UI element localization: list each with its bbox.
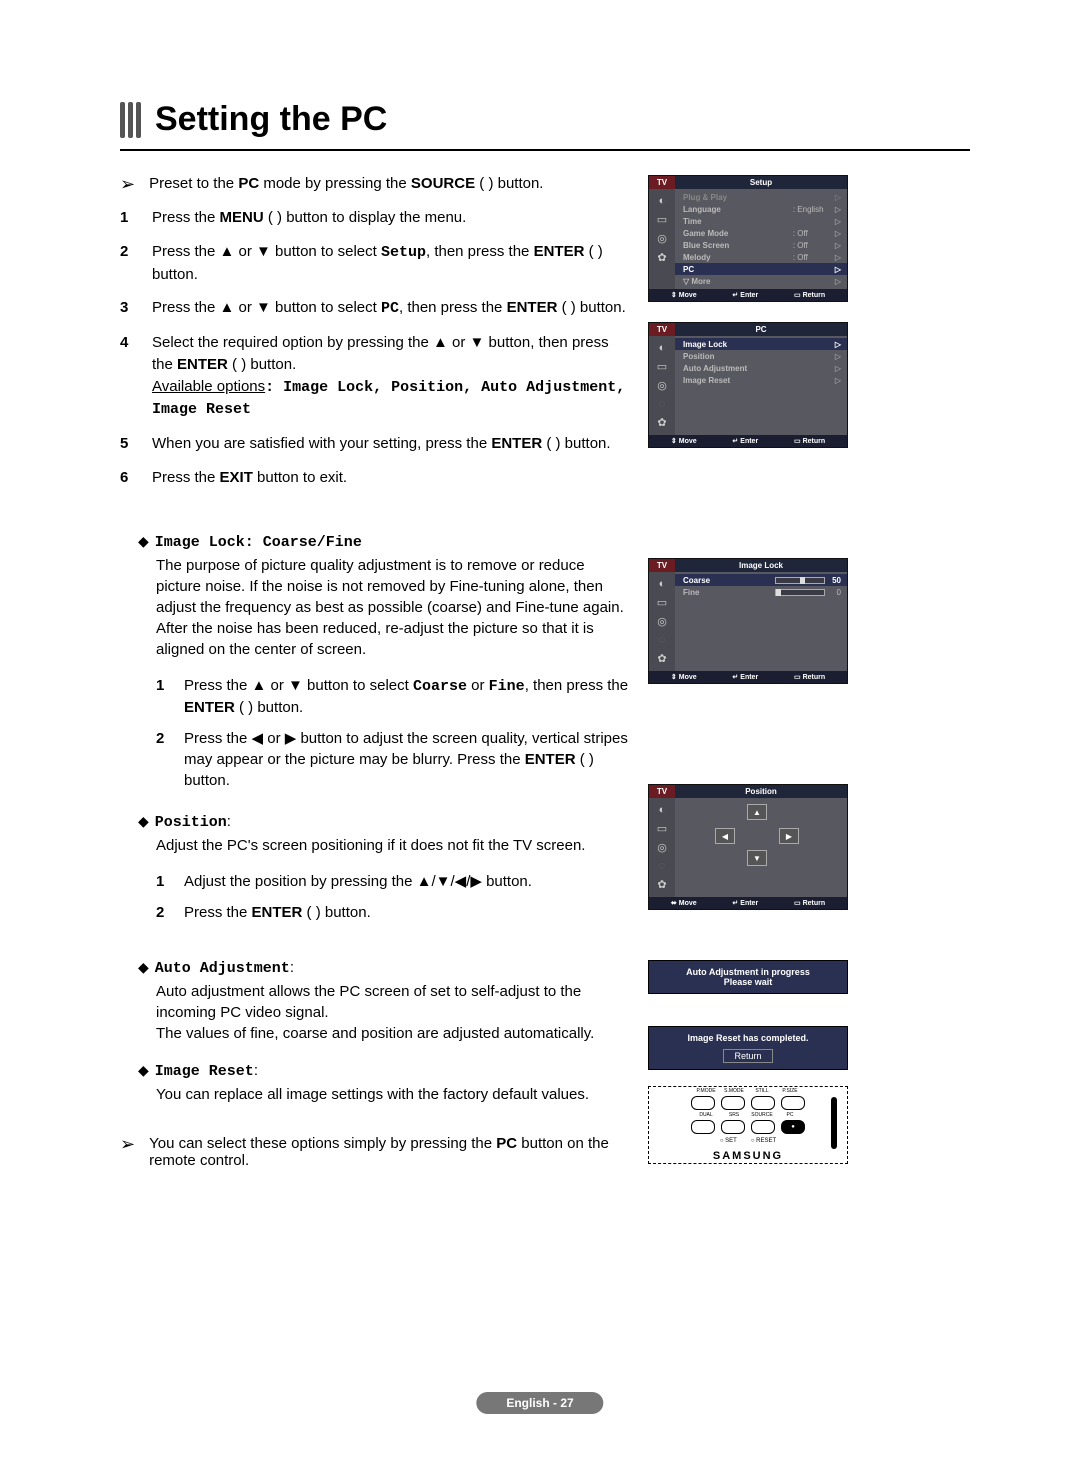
osd-row[interactable]: Image Lock▷	[675, 338, 847, 350]
arrow-up-icon[interactable]: ▲	[747, 804, 767, 820]
osd-row[interactable]: Blue Screen: Off▷	[675, 239, 847, 251]
osd-row[interactable]: Plug & Play▷	[675, 191, 847, 203]
osd-screenshots-column: TVSetup ◐▭◎✿ Plug & Play▷Language: Engli…	[648, 175, 848, 1183]
diamond-bullet-icon: ◆	[138, 959, 149, 975]
tip-line: ➢ You can select these options simply by…	[120, 1135, 630, 1169]
intro-line: ➢ Preset to the PC mode by pressing the …	[120, 175, 630, 193]
remote-button-p.size[interactable]	[781, 1096, 805, 1110]
section-image-reset: ◆Image Reset: You can replace all image …	[120, 1062, 630, 1105]
osd-row[interactable]: Game Mode: Off▷	[675, 227, 847, 239]
title-underline	[120, 149, 970, 151]
return-button[interactable]: Return	[723, 1049, 772, 1063]
diamond-bullet-icon: ◆	[138, 533, 149, 549]
osd-setup-menu: TVSetup ◐▭◎✿ Plug & Play▷Language: Engli…	[648, 175, 848, 302]
osd-row-coarse[interactable]: Coarse 50	[675, 574, 847, 586]
diamond-bullet-icon: ◆	[138, 1062, 149, 1078]
remote-button-pc[interactable]: ●	[781, 1120, 805, 1134]
position-pad[interactable]: ▲ ◀ ▶ ▼	[675, 798, 847, 868]
osd-row[interactable]: Position▷	[675, 350, 847, 362]
osd-auto-adjust-msg: Auto Adjustment in progress Please wait	[648, 960, 848, 994]
osd-row[interactable]: Melody: Off▷	[675, 251, 847, 263]
available-options-label: Available options	[152, 378, 265, 395]
osd-row[interactable]: PC▷	[675, 263, 847, 275]
pointer-icon: ➢	[120, 1135, 135, 1169]
arrow-right-icon[interactable]: ▶	[779, 828, 799, 844]
page-title: Setting the PC	[155, 100, 387, 139]
osd-row[interactable]: Image Reset▷	[675, 374, 847, 386]
title-accent-bars	[120, 102, 141, 138]
osd-row[interactable]: Language: English▷	[675, 203, 847, 215]
section-position: ◆Position: Adjust the PC's screen positi…	[120, 813, 630, 923]
diamond-bullet-icon: ◆	[138, 813, 149, 829]
instructions-column: ➢ Preset to the PC mode by pressing the …	[120, 175, 630, 1183]
samsung-logo: SAMSUNG	[713, 1150, 783, 1162]
remote-button-s.mode[interactable]	[721, 1096, 745, 1110]
remote-button-dual[interactable]	[691, 1120, 715, 1134]
remote-button-source[interactable]	[751, 1120, 775, 1134]
main-steps: 1 Press the MENU ( ) button to display t…	[120, 207, 630, 489]
osd-position: TVPosition ◐▭◎◌✿ ▲ ◀ ▶ ▼ ⬌ Move ↵ Enter …	[648, 784, 848, 910]
osd-pc-menu: TVPC ◐▭◎◌✿ Image Lock▷Position▷Auto Adju…	[648, 322, 848, 448]
pointer-icon: ➢	[120, 175, 135, 193]
remote-button-still[interactable]	[751, 1096, 775, 1110]
page-number-badge: English - 27	[476, 1392, 603, 1414]
osd-row-fine[interactable]: Fine 0	[675, 586, 847, 598]
section-image-lock: ◆Image Lock: Coarse/Fine The purpose of …	[120, 533, 630, 791]
remote-button-srs[interactable]	[721, 1120, 745, 1134]
arrow-down-icon[interactable]: ▼	[747, 850, 767, 866]
osd-row[interactable]: ▽ More▷	[675, 275, 847, 287]
remote-button-p.mode[interactable]	[691, 1096, 715, 1110]
section-auto-adjustment: ◆Auto Adjustment: Auto adjustment allows…	[120, 959, 630, 1044]
remote-diagram: P.MODES.MODESTILLP.SIZE DUALSRSSOURCEPC …	[648, 1086, 848, 1164]
osd-footer: ⇕ Move ↵ Enter ▭ Return	[649, 289, 847, 301]
arrow-left-icon[interactable]: ◀	[715, 828, 735, 844]
osd-row[interactable]: Auto Adjustment▷	[675, 362, 847, 374]
osd-category-icons: ◐▭◎✿	[649, 189, 675, 289]
osd-image-lock: TVImage Lock ◐▭◎◌✿ Coarse 50 Fine 0	[648, 558, 848, 684]
osd-row[interactable]: Time▷	[675, 215, 847, 227]
osd-image-reset-msg: Image Reset has completed. Return	[648, 1026, 848, 1070]
